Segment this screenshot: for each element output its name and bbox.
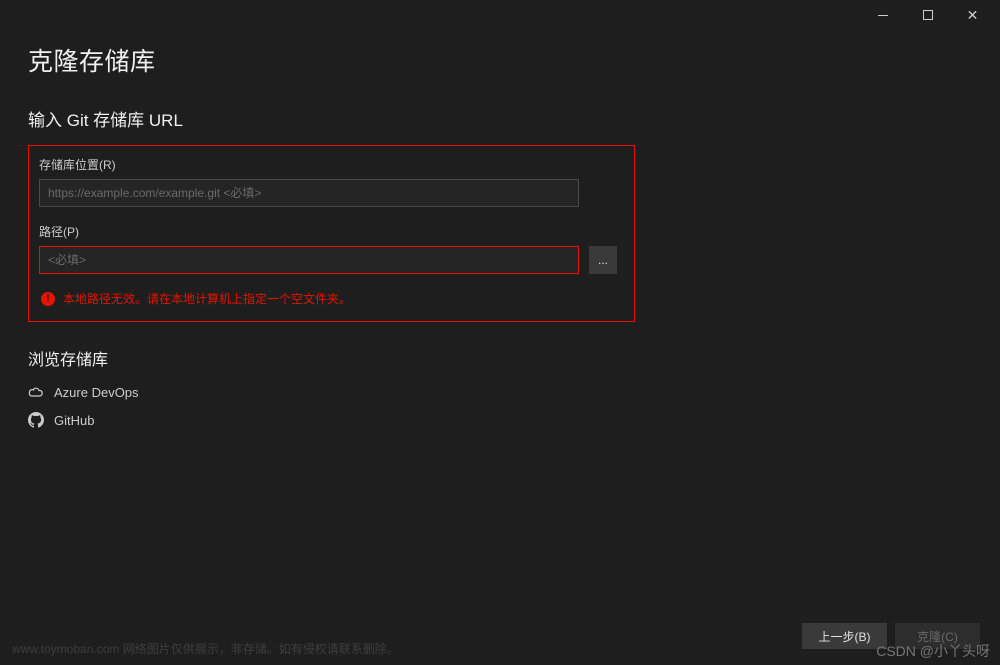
titlebar: ✕ — [0, 0, 1000, 30]
watermark-right: CSDN @小丫头呀 — [876, 641, 990, 661]
repo-link-azure-devops[interactable]: Azure DevOps — [28, 384, 972, 400]
error-icon: ! — [41, 292, 55, 306]
error-row: ! 本地路径无效。请在本地计算机上指定一个空文件夹。 — [39, 290, 624, 307]
back-button[interactable]: 上一步(B) — [802, 623, 887, 649]
repo-location-group: 存储库位置(R) — [39, 156, 624, 207]
path-label: 路径(P) — [39, 223, 624, 240]
path-group: 路径(P) ... — [39, 223, 624, 274]
error-message: 本地路径无效。请在本地计算机上指定一个空文件夹。 — [63, 290, 351, 307]
minimize-icon — [878, 15, 888, 16]
watermark-left: www.toymoban.com 网络图片仅供展示，非存储。如有侵权请联系删除。 — [12, 640, 399, 657]
close-icon: ✕ — [967, 8, 979, 22]
validation-error-box: 存储库位置(R) 路径(P) ... ! 本地路径无效。请在本地计算机上指定一个… — [28, 145, 635, 322]
minimize-button[interactable] — [860, 0, 905, 30]
cloud-icon — [28, 384, 44, 400]
repo-link-github[interactable]: GitHub — [28, 412, 972, 428]
url-section-title: 输入 Git 存储库 URL — [28, 106, 972, 131]
maximize-icon — [923, 10, 933, 20]
repo-link-label: GitHub — [54, 413, 94, 428]
dialog-title: 克隆存储库 — [28, 42, 972, 78]
path-input[interactable] — [39, 246, 579, 274]
maximize-button[interactable] — [905, 0, 950, 30]
repo-location-input[interactable] — [39, 179, 579, 207]
dialog-content: 克隆存储库 输入 Git 存储库 URL 存储库位置(R) 路径(P) ... … — [0, 30, 1000, 428]
github-icon — [28, 412, 44, 428]
browse-path-button[interactable]: ... — [589, 246, 617, 274]
close-button[interactable]: ✕ — [950, 0, 995, 30]
browse-section-title: 浏览存储库 — [28, 346, 972, 370]
repo-location-label: 存储库位置(R) — [39, 156, 624, 173]
repo-link-label: Azure DevOps — [54, 385, 139, 400]
